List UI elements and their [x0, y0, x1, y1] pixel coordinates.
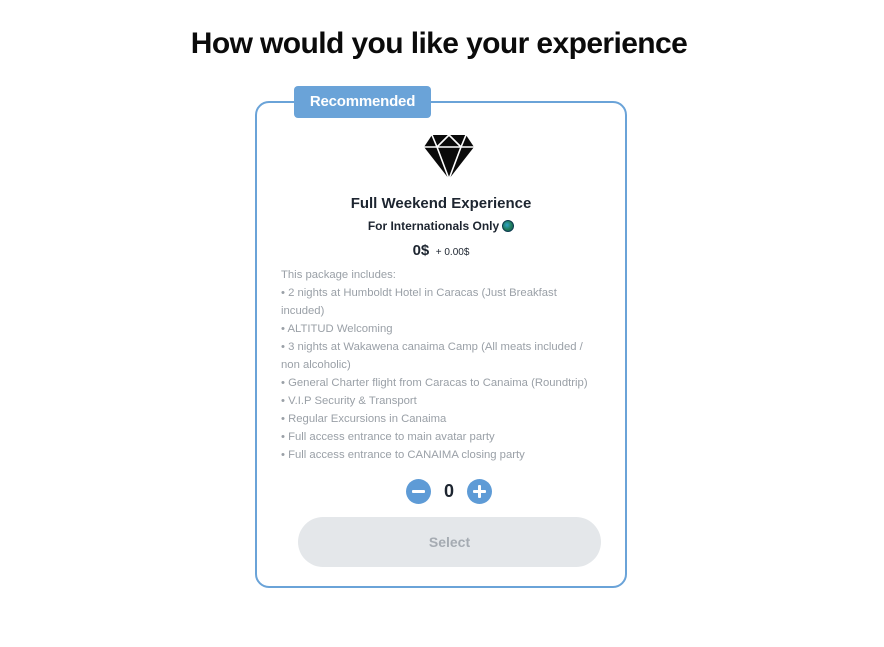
quantity-stepper: 0 — [406, 479, 492, 504]
increment-button[interactable] — [467, 479, 492, 504]
select-button[interactable]: Select — [298, 517, 601, 567]
globe-icon — [502, 220, 515, 232]
experience-page: How would you like your experience Recom… — [0, 0, 884, 647]
description-line: • ALTITUD Welcoming — [281, 323, 393, 335]
price-extra: + 0.00$ — [435, 247, 470, 258]
minus-icon — [412, 490, 425, 493]
package-title: Full Weekend Experience — [350, 195, 532, 212]
description-line: • V.I.P Security & Transport — [281, 395, 417, 407]
description-line: • General Charter flight from Caracas to… — [281, 377, 588, 389]
decrement-button[interactable] — [406, 479, 431, 504]
description-line: • Full access entrance to main avatar pa… — [281, 431, 495, 443]
price: 0$ — [412, 242, 430, 259]
description-line: This package includes: — [281, 269, 396, 281]
description-line: • Regular Excursions in Canaima — [281, 413, 447, 425]
description-line: • Full access entrance to CANAIMA closin… — [281, 449, 525, 461]
package-subtitle-text: For Internationals Only — [367, 219, 500, 233]
description-line: • 2 nights at Humboldt Hotel in Caracas … — [281, 287, 557, 317]
quantity-value: 0 — [443, 481, 454, 501]
description-line: • 3 nights at Wakawena canaima Camp (All… — [281, 341, 583, 371]
diamond-icon — [424, 134, 474, 180]
package-description: This package includes: • 2 nights at Hum… — [281, 266, 599, 464]
page-title: How would you like your experience — [190, 27, 688, 60]
recommended-badge: Recommended — [294, 86, 431, 118]
package-subtitle: For Internationals Only — [255, 217, 627, 235]
price-row: 0$ + 0.00$ — [255, 241, 627, 263]
